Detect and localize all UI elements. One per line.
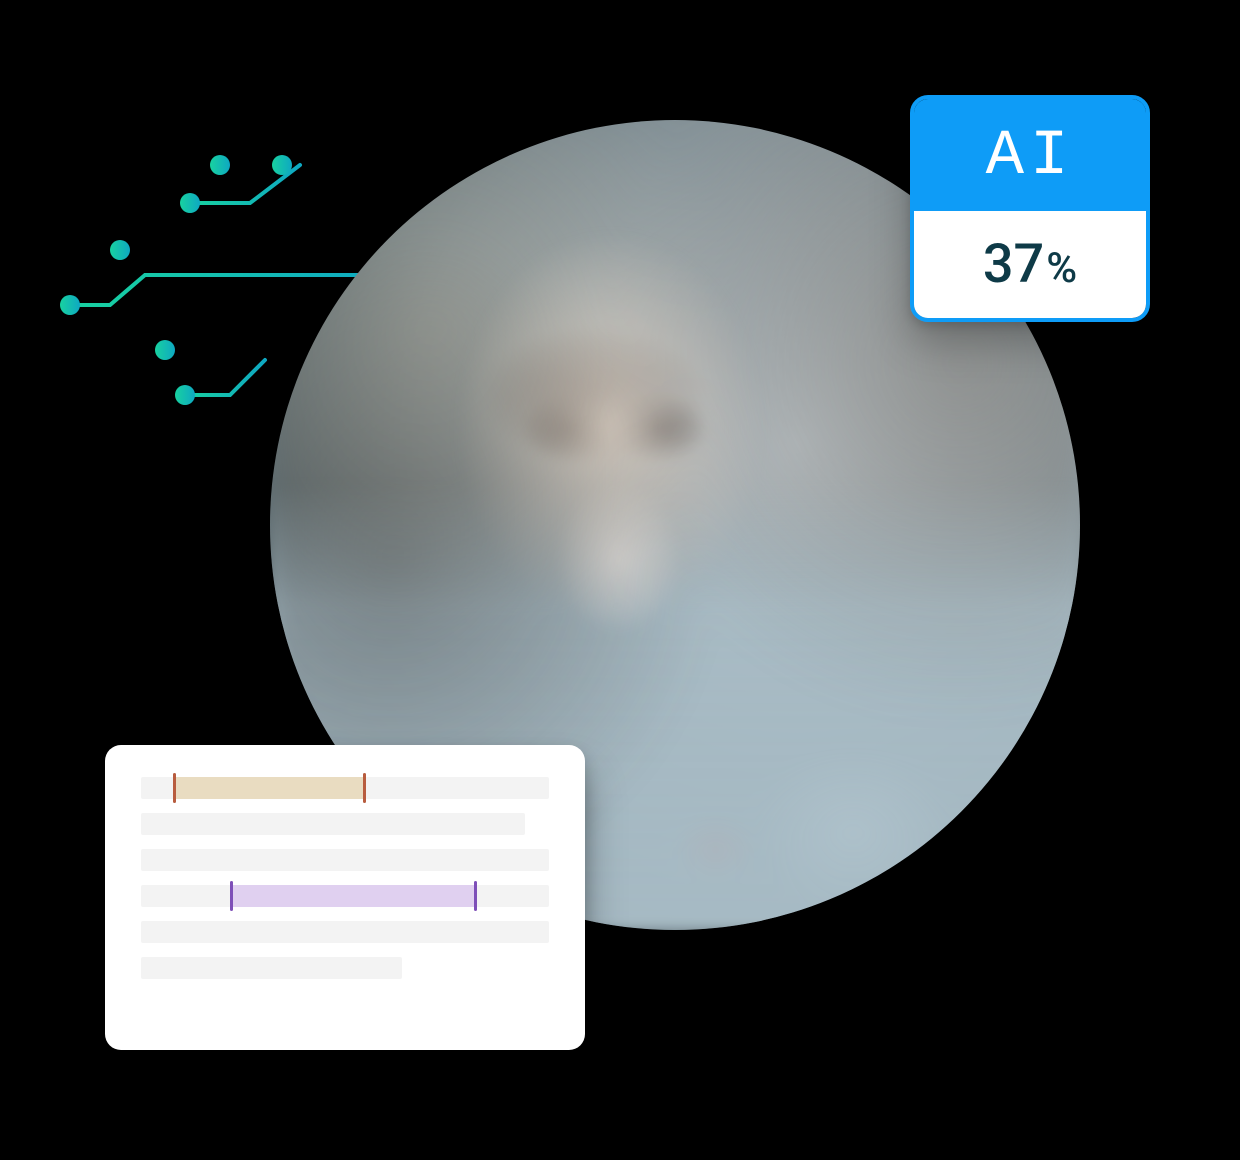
ai-badge-value: 37: [983, 233, 1044, 296]
doc-line-1: [141, 777, 549, 799]
ai-percentage-badge: AI 37%: [910, 95, 1150, 322]
ai-badge-label: AI: [914, 99, 1146, 211]
composition-stage: AI 37%: [0, 0, 1240, 1160]
ai-badge-unit: %: [1046, 244, 1077, 293]
document-card: [105, 745, 585, 1050]
doc-line-4: [141, 885, 549, 907]
highlight-tan: [174, 777, 366, 799]
ai-badge-value-row: 37%: [914, 211, 1146, 318]
highlight-purple: [231, 885, 476, 907]
